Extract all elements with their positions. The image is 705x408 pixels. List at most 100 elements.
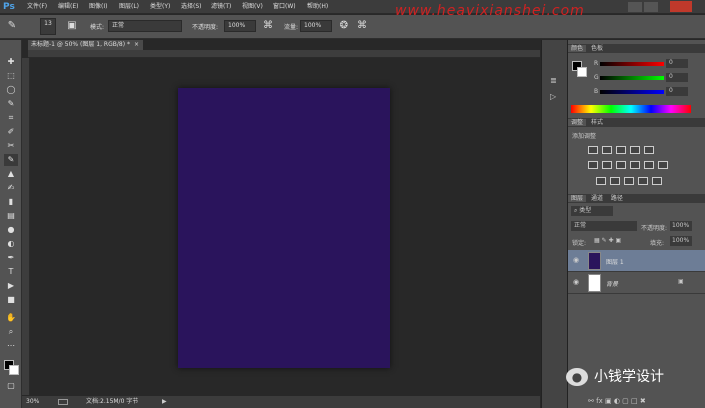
link-icon[interactable]: ⚯	[588, 397, 594, 405]
gradient-map-icon[interactable]	[638, 177, 648, 185]
menu-type[interactable]: 类型(Y)	[150, 0, 170, 14]
type-tool-icon[interactable]: T	[4, 266, 18, 278]
curves-icon[interactable]	[616, 146, 626, 154]
b-slider[interactable]	[600, 90, 664, 94]
menu-file[interactable]: 文件(F)	[27, 0, 47, 14]
tab-swatches[interactable]: 色板	[588, 45, 606, 52]
blend-mode-select[interactable]: 正常	[571, 221, 637, 231]
zoom-tool-icon[interactable]: ⌕	[4, 326, 18, 338]
minimize-button[interactable]	[628, 2, 642, 12]
color-spectrum[interactable]	[571, 105, 691, 113]
history-icon[interactable]: ≣	[550, 76, 557, 85]
color-background-swatch[interactable]	[577, 67, 587, 77]
color-lookup-icon[interactable]	[658, 161, 668, 169]
b-input[interactable]: 0	[666, 87, 688, 96]
tab-layers[interactable]: 图层	[568, 195, 587, 202]
menu-window[interactable]: 窗口(W)	[273, 0, 296, 14]
brush-preset-picker[interactable]: 13	[40, 18, 56, 35]
fill-input[interactable]: 100%	[670, 236, 692, 246]
tab-color[interactable]: 颜色	[568, 45, 587, 52]
actions-icon[interactable]: ▷	[550, 92, 556, 101]
brightness-icon[interactable]	[588, 146, 598, 154]
clone-stamp-tool-icon[interactable]: ▲	[4, 168, 18, 180]
zoom-level[interactable]: 30%	[26, 396, 39, 408]
layer-row-1[interactable]: ◉ 图层 1	[568, 250, 705, 272]
color-balance-icon[interactable]	[602, 161, 612, 169]
adjustment-icon[interactable]: ◐	[614, 397, 620, 405]
close-icon[interactable]: ×	[134, 41, 139, 48]
hue-saturation-icon[interactable]	[588, 161, 598, 169]
marquee-tool-icon[interactable]: ⬚	[4, 70, 18, 82]
threshold-icon[interactable]	[624, 177, 634, 185]
channel-mixer-icon[interactable]	[644, 161, 654, 169]
pressure-size-icon[interactable]: ⌘	[356, 20, 368, 32]
eye-icon[interactable]: ◉	[573, 256, 579, 264]
dodge-tool-icon[interactable]: ◐	[4, 238, 18, 250]
lock-icons[interactable]: ▦ ✎ ✚ ▣	[594, 237, 621, 244]
folder-icon[interactable]: ▢	[622, 397, 629, 405]
airbrush-icon[interactable]: ❂	[338, 20, 350, 32]
document-tab[interactable]: 未标题-1 @ 50% (图层 1, RGB/8) * ×	[28, 40, 143, 50]
tab-paths[interactable]: 路径	[608, 195, 626, 202]
eye-icon[interactable]: ◉	[573, 278, 579, 286]
g-slider[interactable]	[600, 76, 664, 80]
new-layer-icon[interactable]: □	[631, 397, 638, 405]
flow-input[interactable]: 100%	[300, 20, 332, 32]
menu-layer[interactable]: 图层(L)	[119, 0, 139, 14]
eraser-tool-icon[interactable]: ▮	[4, 196, 18, 208]
rectangle-tool-icon[interactable]: ■	[4, 294, 18, 306]
mode-select[interactable]: 正常	[108, 20, 182, 32]
menu-image[interactable]: 图像(I)	[89, 0, 107, 14]
r-input[interactable]: 0	[666, 59, 688, 68]
document-canvas[interactable]	[178, 88, 390, 368]
pen-tool-icon[interactable]: ✒	[4, 252, 18, 264]
posterize-icon[interactable]	[610, 177, 620, 185]
invert-icon[interactable]	[596, 177, 606, 185]
brush-panel-icon[interactable]: ▣	[66, 20, 78, 32]
quick-mask-icon[interactable]: ▢	[4, 380, 18, 392]
maximize-button[interactable]	[644, 2, 658, 12]
delete-icon[interactable]: ✖	[640, 397, 646, 405]
healing-brush-tool-icon[interactable]: ✂	[4, 140, 18, 152]
close-button[interactable]	[670, 1, 692, 12]
path-selection-tool-icon[interactable]: ▶	[4, 280, 18, 292]
brush-tool-icon[interactable]: ✎	[6, 20, 18, 32]
tab-styles[interactable]: 样式	[588, 119, 606, 126]
pressure-opacity-icon[interactable]: ⌘	[262, 20, 274, 32]
menu-edit[interactable]: 编辑(E)	[58, 0, 78, 14]
tab-channels[interactable]: 通道	[588, 195, 606, 202]
layer-filter-kind-select[interactable]: ⌕ 类型	[571, 206, 613, 216]
opacity-input[interactable]: 100%	[224, 20, 256, 32]
r-slider[interactable]	[600, 62, 664, 66]
quick-select-tool-icon[interactable]: ✎	[4, 98, 18, 110]
gradient-tool-icon[interactable]: ▤	[4, 210, 18, 222]
more-tools-icon[interactable]: ⋯	[4, 340, 18, 352]
exposure-icon[interactable]	[630, 146, 640, 154]
layer-opacity-input[interactable]: 100%	[670, 221, 692, 231]
levels-icon[interactable]	[602, 146, 612, 154]
tab-adjustments[interactable]: 调整	[568, 119, 587, 126]
menu-help[interactable]: 帮助(H)	[307, 0, 328, 14]
hand-tool-icon[interactable]: ✋	[4, 312, 18, 324]
mask-icon[interactable]: ▣	[605, 397, 612, 405]
crop-tool-icon[interactable]: ⌗	[4, 112, 18, 124]
brush-tool-icon[interactable]: ✎	[4, 154, 18, 166]
menu-view[interactable]: 视图(V)	[242, 0, 263, 14]
eyedropper-tool-icon[interactable]: ✐	[4, 126, 18, 138]
fx-icon[interactable]: fx	[596, 397, 603, 405]
menu-filter[interactable]: 滤镜(T)	[211, 0, 231, 14]
move-tool-icon[interactable]: ✚	[4, 56, 18, 68]
history-brush-tool-icon[interactable]: ✍	[4, 182, 18, 194]
vibrance-icon[interactable]	[644, 146, 654, 154]
g-input[interactable]: 0	[666, 73, 688, 82]
lasso-tool-icon[interactable]: ◯	[4, 84, 18, 96]
status-arrow-icon[interactable]: ▶	[162, 396, 167, 408]
black-white-icon[interactable]	[616, 161, 626, 169]
status-icon[interactable]	[58, 399, 68, 405]
photo-filter-icon[interactable]	[630, 161, 640, 169]
blur-tool-icon[interactable]: ●	[4, 224, 18, 236]
layer-row-background[interactable]: ◉ 背景 ▣	[568, 272, 705, 294]
menu-select[interactable]: 选择(S)	[181, 0, 202, 14]
selective-color-icon[interactable]	[652, 177, 662, 185]
background-color-swatch[interactable]	[9, 365, 19, 375]
